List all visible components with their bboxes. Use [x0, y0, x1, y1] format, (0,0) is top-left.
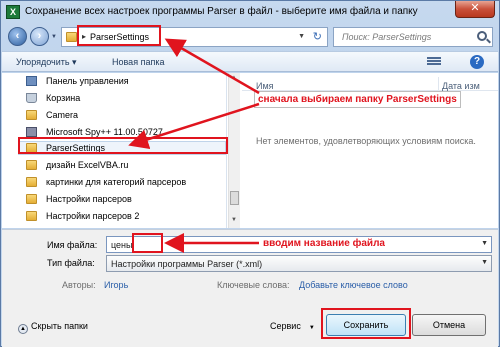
- save-button[interactable]: Сохранить: [326, 314, 406, 336]
- scrollbar-thumb[interactable]: [230, 191, 239, 205]
- nav-item-label: картинки для категорий парсеров: [46, 177, 187, 187]
- scroll-down-icon[interactable]: ▼: [231, 217, 237, 223]
- collapse-icon: ▲: [18, 324, 28, 334]
- chevron-down-icon[interactable]: ▼: [481, 259, 488, 266]
- recycle-bin-icon: [26, 93, 37, 103]
- column-header-date[interactable]: Дата изм: [442, 81, 480, 91]
- save-form-panel: Имя файла: цены ▼ Тип файла: Настройки п…: [2, 229, 498, 347]
- help-icon[interactable]: ?: [470, 55, 484, 69]
- service-menu-button[interactable]: Сервис ▼: [270, 321, 315, 331]
- excel-icon: X: [6, 5, 20, 19]
- folder-icon: [26, 194, 37, 204]
- address-bar[interactable]: ▸ ParserSettings ▼ ↻: [61, 27, 328, 47]
- search-icon[interactable]: [477, 31, 487, 41]
- forward-arrow-icon[interactable]: ›: [30, 27, 49, 46]
- breadcrumb-separator-icon[interactable]: ▸: [82, 32, 86, 41]
- folder-icon: [26, 177, 37, 187]
- nav-item-label: Microsoft Spy++ 11.00.50727: [46, 127, 163, 137]
- nav-scrollbar[interactable]: ▲ ▼: [228, 73, 240, 228]
- column-header-name[interactable]: Имя: [256, 81, 274, 91]
- hide-folders-label: Скрыть папки: [31, 321, 88, 331]
- chevron-down-icon: ▼: [308, 325, 315, 331]
- authors-value[interactable]: Игорь: [104, 280, 128, 290]
- empty-list-message: Нет элементов, удовлетворяющих условиям …: [256, 136, 476, 146]
- control-panel-icon: [26, 76, 37, 86]
- scroll-up-icon[interactable]: ▲: [231, 75, 237, 81]
- organize-button[interactable]: Упорядочить ▾: [16, 57, 77, 68]
- keywords-label: Ключевые слова:: [217, 280, 290, 290]
- close-button[interactable]: ✕: [455, 1, 495, 18]
- keywords-value[interactable]: Добавьте ключевое слово: [299, 280, 408, 290]
- window-title: Сохранение всех настроек программы Parse…: [25, 6, 418, 17]
- recent-pages-dropdown-icon[interactable]: ▼: [51, 34, 57, 40]
- filetype-label: Тип файла:: [47, 258, 95, 268]
- chevron-down-icon[interactable]: ▼: [298, 33, 305, 40]
- folder-annotation: сначала выбираем папку ParserSettings: [254, 91, 461, 108]
- save-dialog-window: X Сохранение всех настроек программы Par…: [0, 0, 500, 347]
- column-divider[interactable]: [438, 77, 439, 91]
- folder-icon: [26, 143, 37, 153]
- search-input[interactable]: Поиск: ParserSettings: [333, 27, 493, 47]
- nav-item-label: Настройки парсеров: [46, 194, 132, 204]
- nav-item-parsersettings[interactable]: ParserSettings: [18, 141, 226, 155]
- folder-icon: [26, 110, 37, 120]
- folder-icon: [66, 32, 77, 42]
- navigation-bar: ‹ › ▼ ▸ ParserSettings ▼ ↻ Поиск: Parser…: [1, 24, 499, 50]
- command-toolbar: Упорядочить ▾ Новая папка ?: [2, 51, 498, 72]
- navigation-pane: Панель управления Корзина Camera Microso…: [2, 73, 227, 228]
- nav-item-label: Панель управления: [46, 76, 129, 86]
- new-folder-button[interactable]: Новая папка: [112, 57, 164, 67]
- authors-label: Авторы:: [62, 280, 96, 290]
- title-bar: X Сохранение всех настроек программы Par…: [1, 1, 499, 23]
- back-arrow-icon[interactable]: ‹: [8, 27, 27, 46]
- column-header-row: Имя Дата изм: [242, 73, 498, 91]
- nav-item-label: Camera: [46, 110, 79, 120]
- filetype-value[interactable]: Настройки программы Parser (*.xml): [111, 259, 262, 269]
- nav-item-label: дизайн ExcelVBA.ru: [46, 160, 129, 170]
- refresh-icon[interactable]: ↻: [313, 30, 322, 43]
- service-label: Сервис: [270, 321, 301, 331]
- view-options-icon[interactable]: [427, 57, 441, 68]
- filename-annotation: вводим название файла: [263, 238, 385, 249]
- nav-item-label: Корзина: [46, 93, 81, 103]
- search-placeholder: Поиск: ParserSettings: [342, 32, 432, 42]
- folder-icon: [26, 211, 37, 221]
- nav-item-label: Настройки парсеров 2: [46, 211, 140, 221]
- filename-value[interactable]: цены: [111, 240, 133, 250]
- app-icon: [26, 127, 37, 137]
- chevron-down-icon[interactable]: ▼: [481, 240, 488, 247]
- address-path[interactable]: ParserSettings: [90, 32, 149, 42]
- filename-label: Имя файла:: [47, 240, 98, 250]
- cancel-button[interactable]: Отмена: [412, 314, 486, 336]
- filetype-select[interactable]: Настройки программы Parser (*.xml) ▼: [106, 255, 492, 272]
- nav-item-label: ParserSettings: [46, 143, 106, 153]
- hide-folders-button[interactable]: ▲ Скрыть папки: [18, 321, 88, 334]
- folder-icon: [26, 160, 37, 170]
